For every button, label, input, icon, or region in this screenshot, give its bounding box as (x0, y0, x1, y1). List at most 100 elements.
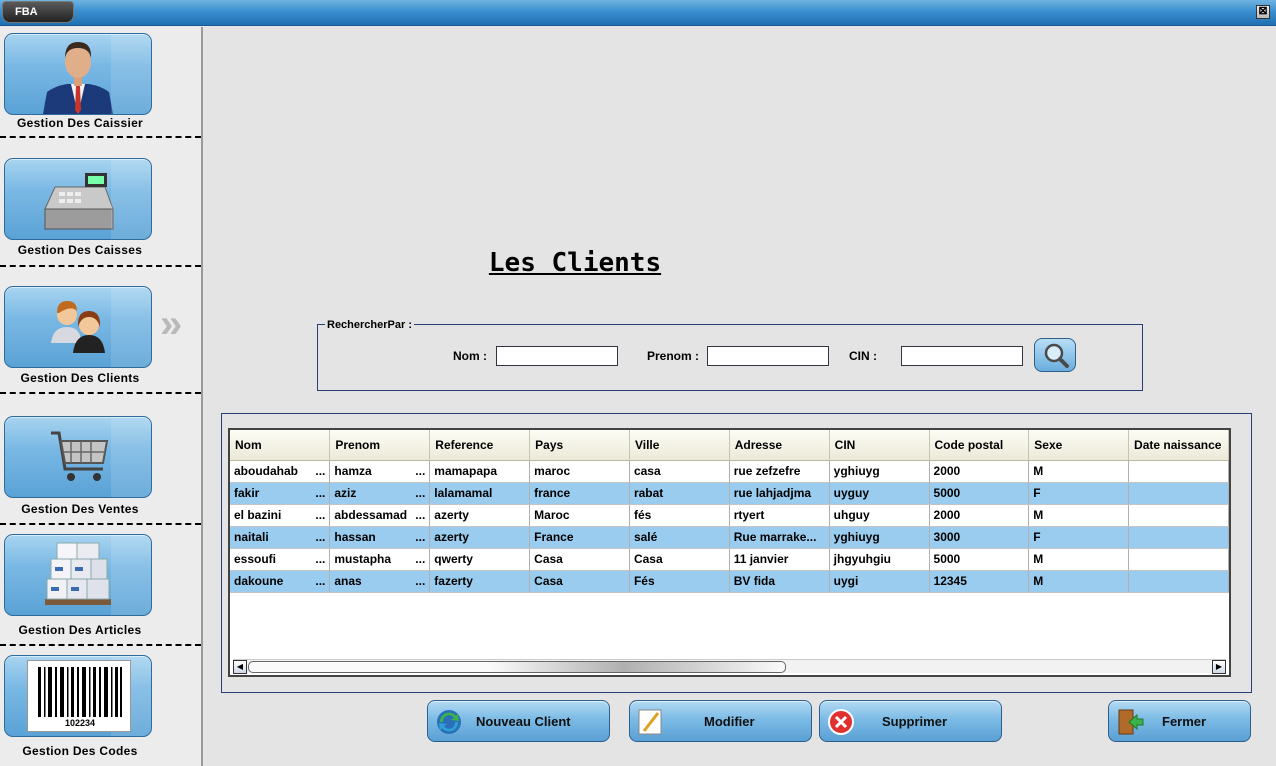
table-cell: 2000 (929, 504, 1030, 527)
table-cell: qwerty (429, 548, 531, 571)
sidebar-item-clients[interactable] (4, 286, 152, 368)
modifier-label: Modifier (704, 714, 755, 729)
nouveau-client-label: Nouveau Client (476, 714, 571, 729)
column-header[interactable]: Date naissance (1128, 430, 1229, 461)
prenom-field[interactable] (707, 346, 829, 366)
refresh-globe-icon (437, 710, 461, 734)
sidebar-item-caisses[interactable] (4, 158, 152, 240)
cin-field[interactable] (901, 346, 1023, 366)
table-cell: Casa (529, 570, 630, 593)
column-header[interactable]: Pays (529, 430, 630, 461)
table-cell: rue lahjadjma (729, 482, 830, 505)
modifier-button[interactable]: Modifier (629, 700, 812, 742)
cell-ellipsis-button[interactable]: ... (415, 552, 425, 566)
column-header[interactable]: Reference (429, 430, 531, 461)
column-header[interactable]: Sexe (1028, 430, 1130, 461)
table-cell: M (1028, 570, 1130, 593)
table-cell: aboudahab... (230, 460, 331, 483)
cin-label: CIN : (849, 349, 877, 363)
cell-ellipsis-button[interactable]: ... (315, 552, 325, 566)
table-cell: Fés (629, 570, 730, 593)
page-title: Les Clients (488, 248, 662, 278)
table-row[interactable]: fakir... aziz... lalamamal france rabat rue l… (230, 482, 1229, 505)
column-header[interactable]: Nom (230, 430, 331, 461)
cell-ellipsis-button[interactable]: ... (415, 486, 425, 500)
table-cell: uygi (829, 570, 930, 593)
cell-ellipsis-button[interactable]: ... (315, 464, 325, 478)
table-cell: azerty (429, 504, 531, 527)
fermer-label: Fermer (1162, 714, 1207, 729)
cell-ellipsis-button[interactable]: ... (415, 464, 425, 478)
barcode-number: 102234 (64, 718, 96, 728)
table-cell: mamapapa (429, 460, 531, 483)
sidebar-divider (0, 136, 201, 138)
table-cell: 5000 (929, 548, 1030, 571)
nouveau-client-button[interactable]: Nouveau Client (427, 700, 610, 742)
table-cell: M (1028, 548, 1130, 571)
table-cell: dakoune... (230, 570, 331, 593)
supprimer-button[interactable]: Supprimer (819, 700, 1002, 742)
table-cell: aziz... (329, 482, 431, 505)
table-cell: BV fida (729, 570, 830, 593)
table-cell: naitali... (230, 526, 331, 549)
table-cell: yghiuyg (829, 460, 930, 483)
title-bar: FBA ⊠ (0, 0, 1276, 26)
table-cell: 5000 (929, 482, 1030, 505)
table-cell (1128, 526, 1229, 549)
scroll-thumb[interactable] (248, 661, 786, 673)
table-row[interactable]: dakoune... anas... fazerty Casa Fés BV fida uy… (230, 570, 1229, 593)
fermer-button[interactable]: Fermer (1108, 700, 1251, 742)
supprimer-label: Supprimer (882, 714, 948, 729)
cell-ellipsis-button[interactable]: ... (315, 486, 325, 500)
table-row[interactable]: el bazini... abdessamad... azerty Maroc fés r… (230, 504, 1229, 527)
sidebar-item-codes[interactable]: 102234 (4, 655, 152, 737)
column-header[interactable]: Code postal (929, 430, 1030, 461)
sidebar-item-label: Gestion Des Codes (22, 744, 138, 758)
table-cell: hassan... (329, 526, 431, 549)
close-button[interactable]: ⊠ (1256, 5, 1270, 19)
column-header[interactable]: CIN (829, 430, 930, 461)
table-cell: rue zefzefre (729, 460, 830, 483)
column-header[interactable]: Prenom (329, 430, 431, 461)
scroll-left-button[interactable]: ◀ (233, 660, 247, 674)
sidebar-item-ventes[interactable] (4, 416, 152, 498)
table-cell: 11 janvier (729, 548, 830, 571)
sidebar-item-articles[interactable] (4, 534, 152, 616)
delete-icon (828, 709, 854, 735)
search-legend: RechercherPar : (325, 319, 414, 331)
scroll-right-button[interactable]: ▶ (1212, 660, 1226, 674)
active-indicator-icon: » (160, 302, 182, 346)
search-group: RechercherPar : Nom : Prenom : CIN : (317, 319, 1143, 391)
cell-ellipsis-button[interactable]: ... (415, 508, 425, 522)
sidebar-item-label: Gestion Des Articles (18, 623, 142, 637)
table-cell: hamza... (329, 460, 431, 483)
prenom-label: Prenom : (647, 349, 700, 363)
table-row[interactable]: essoufi... mustapha... qwerty Casa Casa 11 ja… (230, 548, 1229, 571)
sidebar-item-label: Gestion Des Caissier (16, 116, 144, 130)
table-cell: el bazini... (230, 504, 331, 527)
table-row[interactable]: naitali... hassan... azerty France salé Rue m… (230, 526, 1229, 549)
cell-ellipsis-button[interactable]: ... (315, 530, 325, 544)
cell-ellipsis-button[interactable]: ... (415, 574, 425, 588)
table-cell (1128, 482, 1229, 505)
table-cell: 2000 (929, 460, 1030, 483)
cell-ellipsis-button[interactable]: ... (415, 530, 425, 544)
clients-table[interactable]: Nom Prenom Reference Pays Ville Adresse CIN Cod… (228, 428, 1231, 677)
column-header[interactable]: Ville (629, 430, 730, 461)
table-row[interactable]: aboudahab... hamza... mamapapa maroc casa rue… (230, 460, 1229, 483)
sidebar-item-caissier[interactable] (4, 33, 152, 115)
cell-ellipsis-button[interactable]: ... (315, 574, 325, 588)
table-cell: abdessamad... (329, 504, 431, 527)
table-cell: salé (629, 526, 730, 549)
table-cell: fazerty (429, 570, 531, 593)
exit-door-icon (1118, 709, 1144, 735)
table-cell: uyguy (829, 482, 930, 505)
app-tab[interactable]: FBA (2, 1, 74, 23)
table-cell (1128, 548, 1229, 571)
search-button[interactable] (1034, 338, 1076, 372)
horizontal-scrollbar[interactable]: ◀ ▶ (233, 659, 1226, 674)
nom-field[interactable] (496, 346, 618, 366)
nom-label: Nom : (453, 349, 487, 363)
column-header[interactable]: Adresse (729, 430, 830, 461)
cell-ellipsis-button[interactable]: ... (315, 508, 325, 522)
